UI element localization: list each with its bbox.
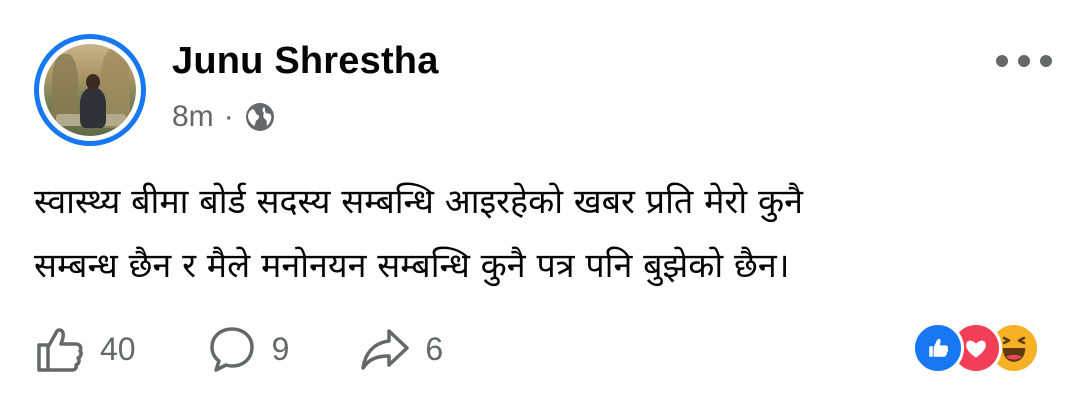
like-icon	[912, 322, 964, 374]
reaction-summary[interactable]	[912, 322, 1052, 374]
post-meta: 8m ·	[172, 100, 276, 134]
more-options-icon[interactable]	[996, 54, 1052, 68]
post-text: स्वास्थ्य बीमा बोर्ड सदस्य सम्बन्धि आइरह…	[34, 170, 1054, 298]
meta-separator: ·	[223, 100, 234, 133]
action-bar: 40 9 6	[34, 322, 513, 376]
more-dot	[996, 55, 1008, 67]
avatar-person-head	[86, 74, 100, 90]
avatar-person	[80, 88, 106, 128]
share-count: 6	[425, 330, 444, 367]
thumbs-up-icon	[37, 328, 83, 372]
comment-icon	[209, 327, 254, 372]
post-text-line: स्वास्थ्य बीमा बोर्ड सदस्य सम्बन्धि आइरह…	[34, 182, 803, 222]
avatar[interactable]	[44, 44, 136, 136]
post-time[interactable]: 8m	[172, 100, 214, 134]
more-dot	[1018, 55, 1030, 67]
like-count: 40	[100, 330, 136, 367]
more-dot	[1040, 55, 1052, 67]
like-button[interactable]: 40	[34, 323, 136, 375]
comment-button[interactable]: 9	[206, 323, 290, 375]
avatar-story-ring[interactable]	[34, 34, 146, 146]
share-button[interactable]: 6	[359, 323, 443, 375]
post-text-line: सम्बन्ध छैन र मैले मनोनयन सम्बन्धि कुनै …	[34, 246, 790, 286]
globe-icon[interactable]	[244, 101, 276, 133]
comment-count: 9	[271, 330, 290, 367]
author-name[interactable]: Junu Shrestha	[172, 40, 439, 83]
share-icon	[361, 329, 410, 370]
